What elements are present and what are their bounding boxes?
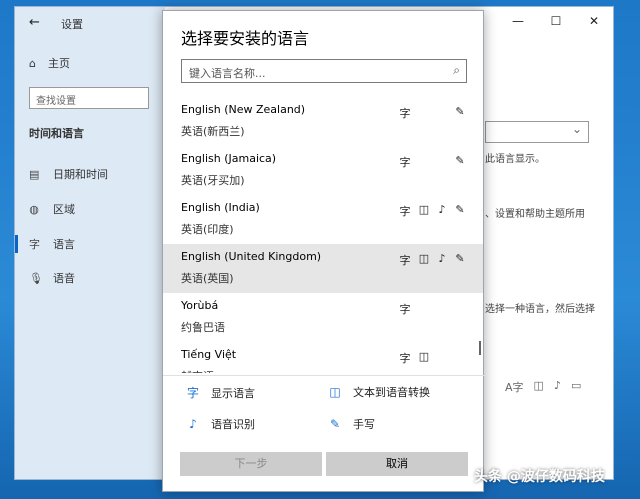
language-search-input[interactable]: 键入语言名称... ⌕ — [181, 59, 467, 83]
language-feature-icons: 字 ✎ — [399, 105, 469, 120]
nav-item-label: 语言 — [53, 238, 75, 251]
close-icon[interactable]: ✕ — [575, 7, 613, 35]
tts-icon: ◫ — [418, 252, 430, 265]
section-title: 时间和语言 — [29, 127, 84, 140]
settings-sidebar: ← 设置 ⌂ 主页 查找设置 时间和语言 ▤ 日期和时间 ◍ 区域 字 语言 🎙… — [15, 7, 165, 479]
legend-label: 文本到语音转换 — [353, 386, 430, 399]
language-list: English (New Zealand) 英语(新西兰) 字 ✎ English (J… — [163, 97, 485, 373]
language-icon: 字 — [29, 238, 40, 251]
language-name: Tiếng Việt — [181, 348, 237, 361]
watermark: 头条 @波仔数码科技 — [474, 469, 605, 485]
language-row[interactable]: English (India) 英语(印度) 字 ◫ ♪ ✎ — [163, 195, 483, 244]
language-feature-icons: 字 — [399, 301, 469, 316]
display-language-icon: 字 — [187, 386, 200, 400]
right-text-fragment: 此语言显示。 — [485, 154, 545, 165]
nav-active-indicator — [15, 235, 18, 253]
display-language-icon: 字 — [399, 352, 411, 365]
display-language-icon: 字 — [399, 254, 411, 267]
handwriting-icon: ✎ — [455, 203, 465, 216]
tts-icon: ◫ — [418, 203, 430, 216]
next-button[interactable]: 下一步 — [180, 452, 322, 476]
language-name: English (Jamaica) — [181, 152, 277, 165]
language-native-name: 英语(新西兰) — [181, 125, 245, 138]
minimize-icon[interactable]: — — [499, 7, 537, 35]
legend-display-language: 字 显示语言 — [187, 384, 255, 401]
tts-icon: ◫ — [418, 350, 430, 363]
home-icon: ⌂ — [29, 56, 36, 70]
calendar-clock-icon: ▤ — [29, 167, 40, 181]
microphone-icon: ♪ — [438, 252, 446, 265]
language-native-name: 英语(印度) — [181, 223, 234, 236]
nav-item-language[interactable]: 字 语言 — [29, 236, 75, 252]
language-search-placeholder: 键入语言名称... — [189, 67, 266, 80]
window-controls: — ☐ ✕ — [499, 7, 613, 35]
legend-handwriting: ✎ 手写 — [329, 416, 375, 432]
window-title: 设置 — [61, 18, 83, 31]
dialog-title: 选择要安装的语言 — [181, 29, 310, 48]
choose-language-dialog: 选择要安装的语言 键入语言名称... ⌕ English (New Zealan… — [162, 10, 485, 492]
microphone-icon: ♪ — [553, 379, 561, 392]
tts-icon: ◫ — [329, 385, 341, 399]
language-name: English (New Zealand) — [181, 103, 306, 116]
divider — [163, 375, 485, 376]
display-language-icon: 字 — [399, 107, 411, 120]
nav-item-date-time[interactable]: ▤ 日期和时间 — [29, 166, 108, 182]
back-arrow-icon[interactable]: ← — [29, 15, 40, 30]
nav-item-speech[interactable]: 🎙 语音 — [29, 270, 75, 286]
globe-icon: ◍ — [29, 202, 39, 216]
search-icon: ⌕ — [453, 63, 460, 77]
language-row[interactable]: Tiếng Việt越南语字◫ — [163, 342, 483, 373]
microphone-icon: ♪ — [189, 417, 197, 431]
microphone-icon: ♪ — [438, 203, 446, 216]
language-feature-icons: 字 ✎ — [399, 154, 469, 169]
language-name: Yorùbá — [181, 299, 219, 312]
cancel-button[interactable]: 取消 — [326, 452, 468, 476]
language-row[interactable]: English (United Kingdom) 英语(英国) 字 ◫ ♪ ✎ — [163, 244, 483, 293]
language-feature-icons: 字 ◫ — [399, 350, 469, 365]
keyboard-icon: ▭ — [570, 379, 582, 392]
microphone-icon: 🎙 — [29, 271, 43, 285]
display-language-icon: 字 — [399, 156, 411, 169]
legend-text-to-speech: ◫ 文本到语音转换 — [329, 384, 430, 400]
language-native-name: 越南语 — [181, 368, 214, 373]
display-language-icon: 字 — [399, 303, 411, 316]
language-native-name: 约鲁巴语 — [181, 321, 225, 334]
legend-label: 手写 — [353, 418, 375, 431]
language-name: English (United Kingdom) — [181, 250, 322, 263]
language-row[interactable]: English (Jamaica) 英语(牙买加) 字 ✎ — [163, 146, 483, 195]
nav-item-label: 日期和时间 — [53, 168, 108, 181]
language-name: English (India) — [181, 201, 260, 214]
nav-item-region[interactable]: ◍ 区域 — [29, 201, 75, 217]
handwriting-icon: ✎ — [455, 154, 465, 167]
language-feature-icons: A字 ◫ ♪ ▭ — [505, 379, 581, 395]
language-native-name: 英语(牙买加) — [181, 174, 245, 187]
language-row[interactable]: Yorùbá 约鲁巴语 字 — [163, 293, 483, 342]
maximize-icon[interactable]: ☐ — [537, 7, 575, 35]
legend-label: 语音识别 — [211, 418, 255, 431]
scrollbar[interactable] — [479, 341, 481, 355]
language-feature-icons: 字 ◫ ♪ ✎ — [399, 252, 469, 267]
tts-icon: ◫ — [533, 379, 544, 392]
display-language-icon: 字 — [399, 205, 411, 218]
nav-item-label: 语音 — [53, 272, 75, 285]
handwriting-icon: ✎ — [455, 105, 465, 118]
nav-item-label: 区域 — [53, 203, 75, 216]
handwriting-icon: ✎ — [329, 417, 341, 431]
language-row[interactable]: English (New Zealand) 英语(新西兰) 字 ✎ — [163, 97, 483, 146]
nav-home-label: 主页 — [47, 57, 70, 70]
settings-search-input[interactable]: 查找设置 — [29, 87, 149, 109]
settings-search-placeholder: 查找设置 — [36, 96, 76, 107]
legend-label: 显示语言 — [211, 386, 255, 400]
right-text-fragment: 选择一种语言，然后选择 — [485, 304, 595, 315]
language-feature-icons: 字 ◫ ♪ ✎ — [399, 203, 469, 218]
legend-speech-recognition: ♪ 语音识别 — [187, 416, 255, 432]
windows-display-language-dropdown[interactable] — [485, 121, 589, 143]
display-language-icon: A字 — [505, 381, 524, 394]
right-text-fragment: 、设置和帮助主题所用 — [485, 209, 585, 220]
handwriting-icon: ✎ — [455, 252, 465, 265]
nav-home[interactable]: ⌂ 主页 — [29, 55, 70, 71]
language-native-name: 英语(英国) — [181, 272, 234, 285]
